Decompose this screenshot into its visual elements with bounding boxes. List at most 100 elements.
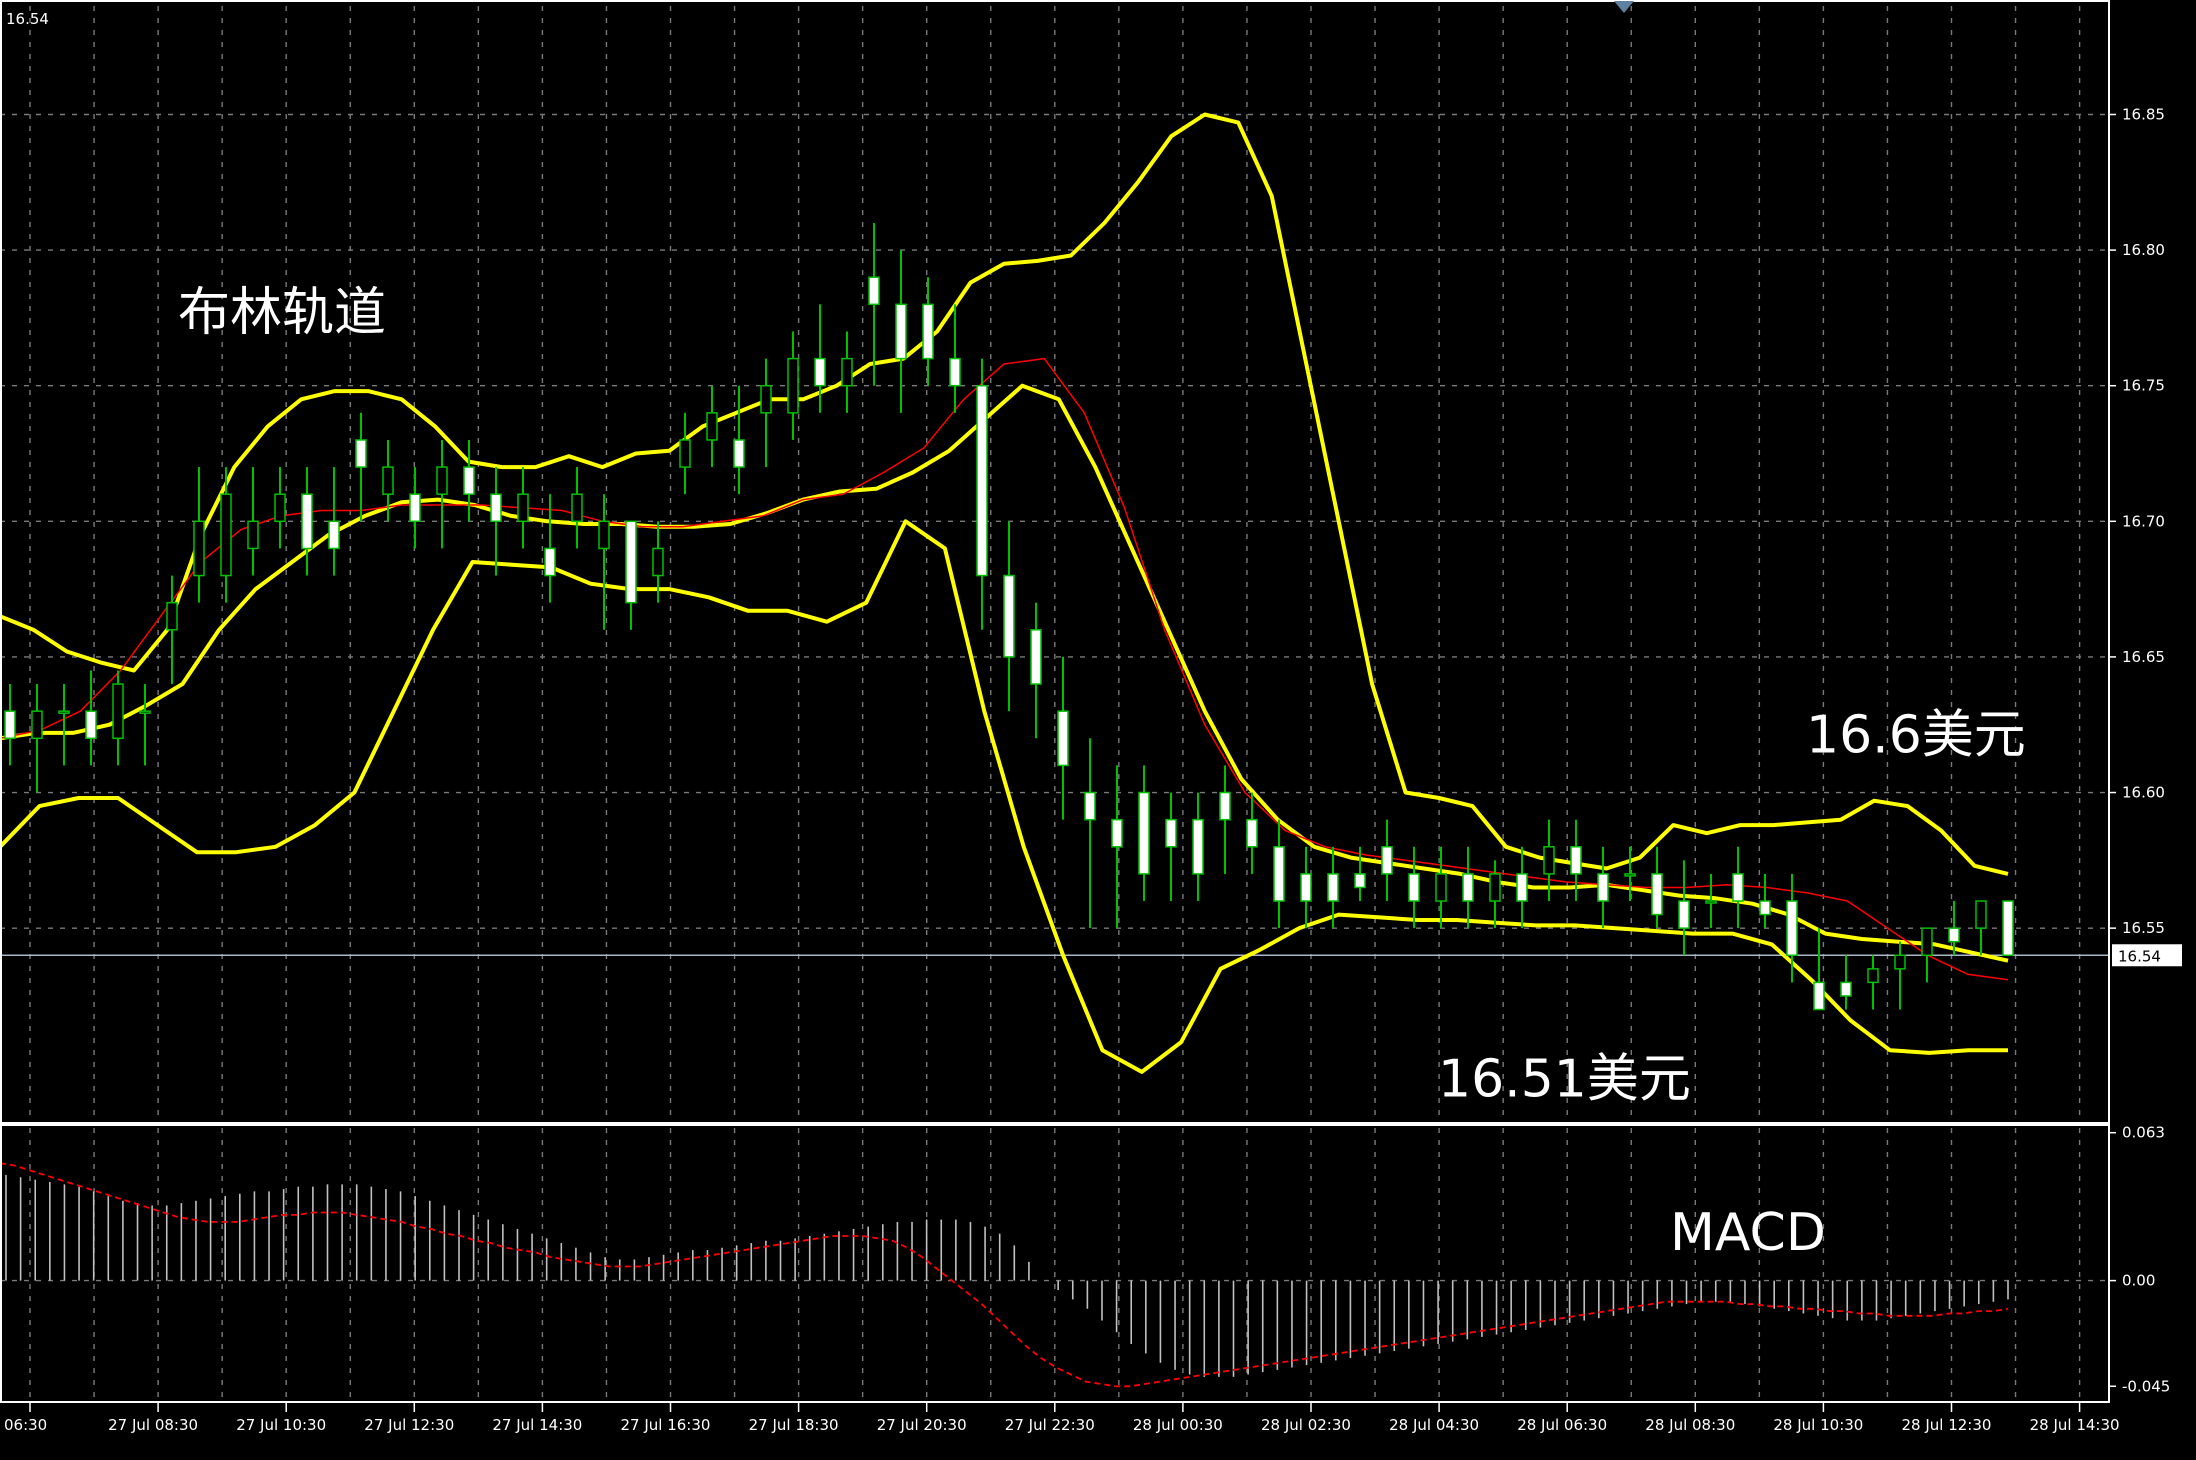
time-label: 27 Jul 22:30 <box>1005 1416 1095 1434</box>
time-label: 27 Jul 16:30 <box>621 1416 711 1434</box>
annotation-upper-price: 16.6美元 <box>1806 706 2026 766</box>
current-price-tag: 16.54 <box>2112 944 2182 967</box>
candle-body <box>1732 873 1744 902</box>
time-label: 27 Jul 08:30 <box>108 1416 198 1434</box>
candle-body <box>1624 873 1636 877</box>
candle-body <box>1084 791 1096 821</box>
candle-body <box>841 357 853 387</box>
time-label: 28 Jul 12:30 <box>1902 1416 1992 1434</box>
time-label: 28 Jul 08:30 <box>1645 1416 1735 1434</box>
time-label: 06:30 <box>4 1416 47 1434</box>
candle-body <box>436 466 448 495</box>
price-label: 16.85 <box>2122 105 2165 123</box>
candle-body <box>1057 710 1069 767</box>
candle-body <box>1840 981 1852 997</box>
chart-root: 16.55 16.60 16.65 16.70 16.75 16.80 16.85 0.06… <box>0 0 2196 1456</box>
candle-body <box>895 303 907 360</box>
candle-body <box>220 493 232 577</box>
candle-body <box>409 493 421 523</box>
current-price-label: 16.54 <box>2118 947 2161 965</box>
price-label: 16.80 <box>2122 241 2165 259</box>
time-label: 27 Jul 14:30 <box>492 1416 582 1434</box>
candle-body <box>1273 846 1285 902</box>
price-label: 16.60 <box>2122 784 2165 802</box>
candle-body <box>706 412 718 441</box>
candle-body <box>814 357 826 387</box>
candle-body <box>274 493 286 523</box>
candle-body <box>1894 954 1906 970</box>
candle-body <box>1030 629 1042 685</box>
candle-body <box>976 384 988 577</box>
candle-body <box>598 520 610 550</box>
candle-body <box>355 439 367 468</box>
candle-body <box>922 303 934 360</box>
corner-price-label: 16.54 <box>6 10 49 28</box>
time-label: 27 Jul 18:30 <box>749 1416 839 1434</box>
candle-body <box>1462 873 1474 902</box>
candle-body <box>1597 873 1609 902</box>
time-label: 28 Jul 00:30 <box>1133 1416 1223 1434</box>
candle-body <box>1489 873 1501 902</box>
candle-body <box>652 547 664 577</box>
candle-body <box>1759 900 1771 916</box>
candle-body <box>1300 873 1312 902</box>
time-label: 28 Jul 04:30 <box>1389 1416 1479 1434</box>
candle-body <box>625 520 637 604</box>
candle-body <box>1867 968 1879 984</box>
candle-body <box>949 357 961 387</box>
candle-body <box>166 601 178 631</box>
candle-body <box>1003 574 1015 658</box>
candle-body <box>85 710 97 740</box>
candle-body <box>31 710 43 740</box>
candle-body <box>193 520 205 577</box>
candle-body <box>1354 873 1366 889</box>
candle-body <box>1165 818 1177 848</box>
candle-body <box>1786 900 1798 957</box>
candle-body <box>868 276 880 306</box>
candle-body <box>1813 981 1825 1011</box>
candle-body <box>679 439 691 468</box>
annotation-lower-price: 16.51美元 <box>1438 1050 1691 1110</box>
candle-body <box>4 710 16 740</box>
candle-body <box>1543 846 1555 875</box>
macd-label: 0.063 <box>2122 1124 2165 1142</box>
candle-body <box>1246 818 1258 848</box>
candle-body <box>760 384 772 414</box>
candle-body <box>1219 791 1231 821</box>
candle-body <box>1327 873 1339 902</box>
candle-body <box>1111 818 1123 848</box>
candle-body <box>1192 818 1204 875</box>
candle-body <box>382 466 394 495</box>
chart-svg: 16.55 16.60 16.65 16.70 16.75 16.80 16.85 0.06… <box>0 0 2196 1456</box>
candle-body <box>1678 900 1690 929</box>
candle-body <box>787 357 799 414</box>
macd-label: 0.00 <box>2122 1272 2155 1290</box>
price-label: 16.65 <box>2122 648 2165 666</box>
time-label: 28 Jul 14:30 <box>2030 1416 2120 1434</box>
candle-body <box>1975 900 1987 929</box>
time-label: 28 Jul 02:30 <box>1261 1416 1351 1434</box>
candle-body <box>328 520 340 550</box>
candle-body <box>463 466 475 495</box>
time-label: 27 Jul 20:30 <box>877 1416 967 1434</box>
time-label: 28 Jul 10:30 <box>1773 1416 1863 1434</box>
candle-body <box>139 710 151 714</box>
candle-body <box>1570 846 1582 875</box>
price-label: 16.55 <box>2122 919 2165 937</box>
price-label: 16.70 <box>2122 512 2165 530</box>
candle-body <box>2002 900 2014 957</box>
candle-body <box>112 683 124 740</box>
time-label: 28 Jul 06:30 <box>1517 1416 1607 1434</box>
candle-body <box>1435 873 1447 902</box>
candle-body <box>1516 873 1528 902</box>
candle-body <box>247 520 259 550</box>
candle-body <box>1705 900 1717 904</box>
candle-body <box>490 493 502 523</box>
candle-body <box>1381 846 1393 875</box>
candle-body <box>571 493 583 523</box>
candle-body <box>301 493 313 550</box>
candle-body <box>58 710 70 714</box>
candle-body <box>517 493 529 523</box>
price-label: 16.75 <box>2122 377 2165 395</box>
candle-body <box>1651 873 1663 916</box>
